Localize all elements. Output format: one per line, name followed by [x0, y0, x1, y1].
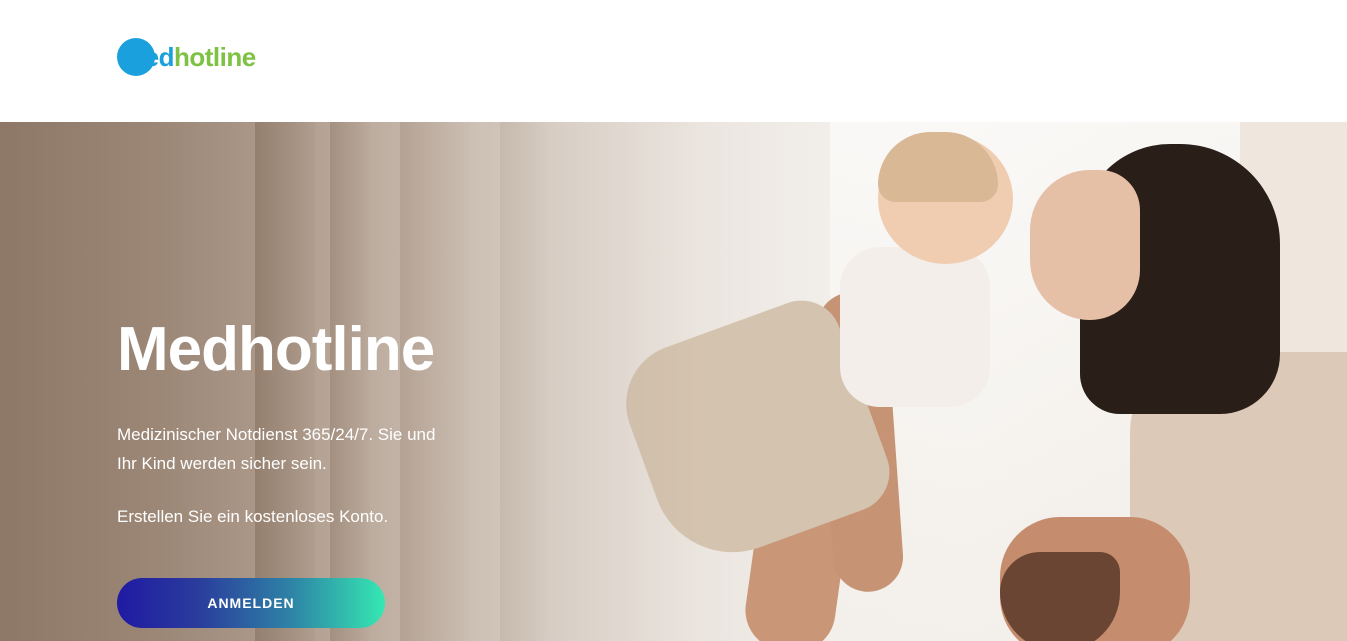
login-button[interactable]: ANMELDEN — [117, 578, 385, 628]
logo-wordmark: medhotline — [117, 38, 256, 76]
medhotline-logo[interactable]: medhotline — [117, 38, 256, 76]
hero-cta-text: Erstellen Sie ein kostenloses Konto. — [117, 507, 389, 526]
hero-title: Medhotline — [117, 315, 435, 384]
hero-section: Medhotline Medizinischer Notdienst 365/2… — [0, 122, 1347, 641]
site-header: medhotline — [0, 0, 1347, 122]
logo-text-hotline: hotline — [173, 42, 256, 72]
logo-text-med: med — [122, 42, 174, 72]
hero-description: Medizinischer Notdienst 365/24/7. Sie un… — [117, 425, 436, 473]
